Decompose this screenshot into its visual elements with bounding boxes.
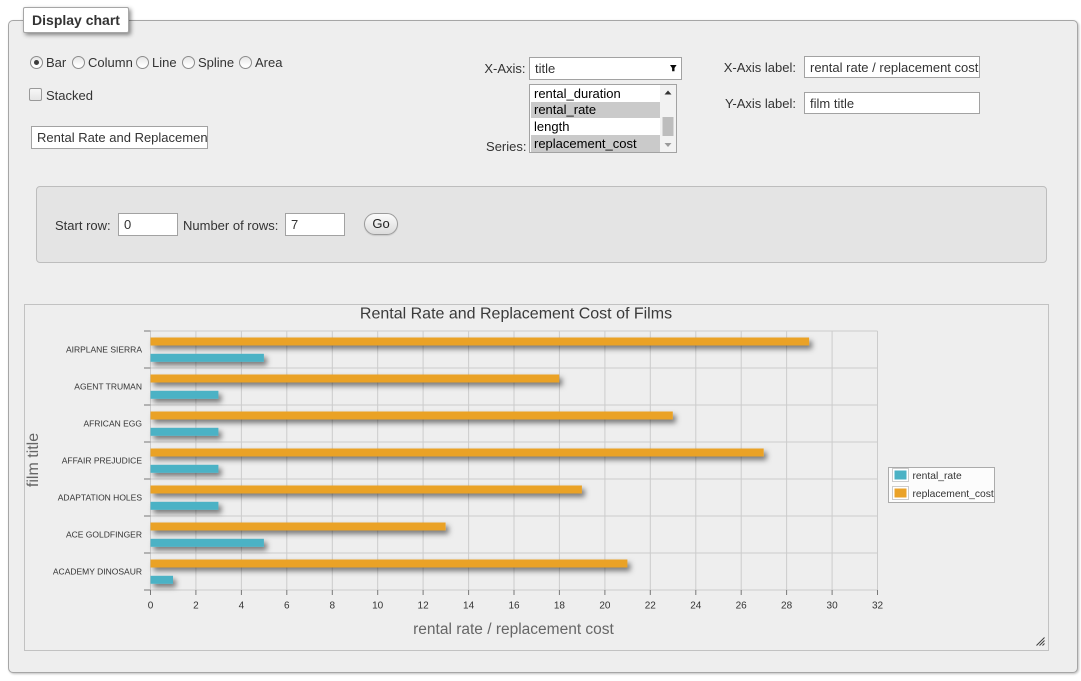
svg-text:ACE GOLDFINGER: ACE GOLDFINGER [66,530,142,540]
svg-text:8: 8 [330,601,336,612]
svg-text:rental_rate: rental_rate [913,471,963,482]
svg-text:film title: film title [25,433,42,487]
svg-text:28: 28 [781,601,793,612]
svg-text:14: 14 [463,601,475,612]
svg-text:20: 20 [599,601,611,612]
svg-text:32: 32 [872,601,884,612]
svg-text:replacement_cost: replacement_cost [913,489,994,500]
svg-text:6: 6 [284,601,290,612]
svg-text:10: 10 [372,601,384,612]
svg-text:26: 26 [736,601,748,612]
svg-text:0: 0 [148,601,154,612]
svg-text:4: 4 [239,601,245,612]
svg-text:ADAPTATION HOLES: ADAPTATION HOLES [58,493,143,503]
svg-text:18: 18 [554,601,566,612]
svg-text:2: 2 [193,601,199,612]
svg-text:30: 30 [827,601,839,612]
svg-text:22: 22 [645,601,657,612]
svg-text:rental rate / replacement cost: rental rate / replacement cost [413,621,614,638]
svg-text:AFRICAN EGG: AFRICAN EGG [83,419,142,429]
svg-text:16: 16 [508,601,520,612]
svg-text:Rental Rate and Replacement Co: Rental Rate and Replacement Cost of Film… [360,306,672,323]
svg-text:AGENT TRUMAN: AGENT TRUMAN [74,382,142,392]
svg-text:AIRPLANE SIERRA: AIRPLANE SIERRA [66,345,142,355]
svg-text:ACADEMY DINOSAUR: ACADEMY DINOSAUR [53,567,142,577]
svg-text:12: 12 [418,601,430,612]
svg-text:AFFAIR PREJUDICE: AFFAIR PREJUDICE [62,456,143,466]
svg-text:24: 24 [690,601,702,612]
